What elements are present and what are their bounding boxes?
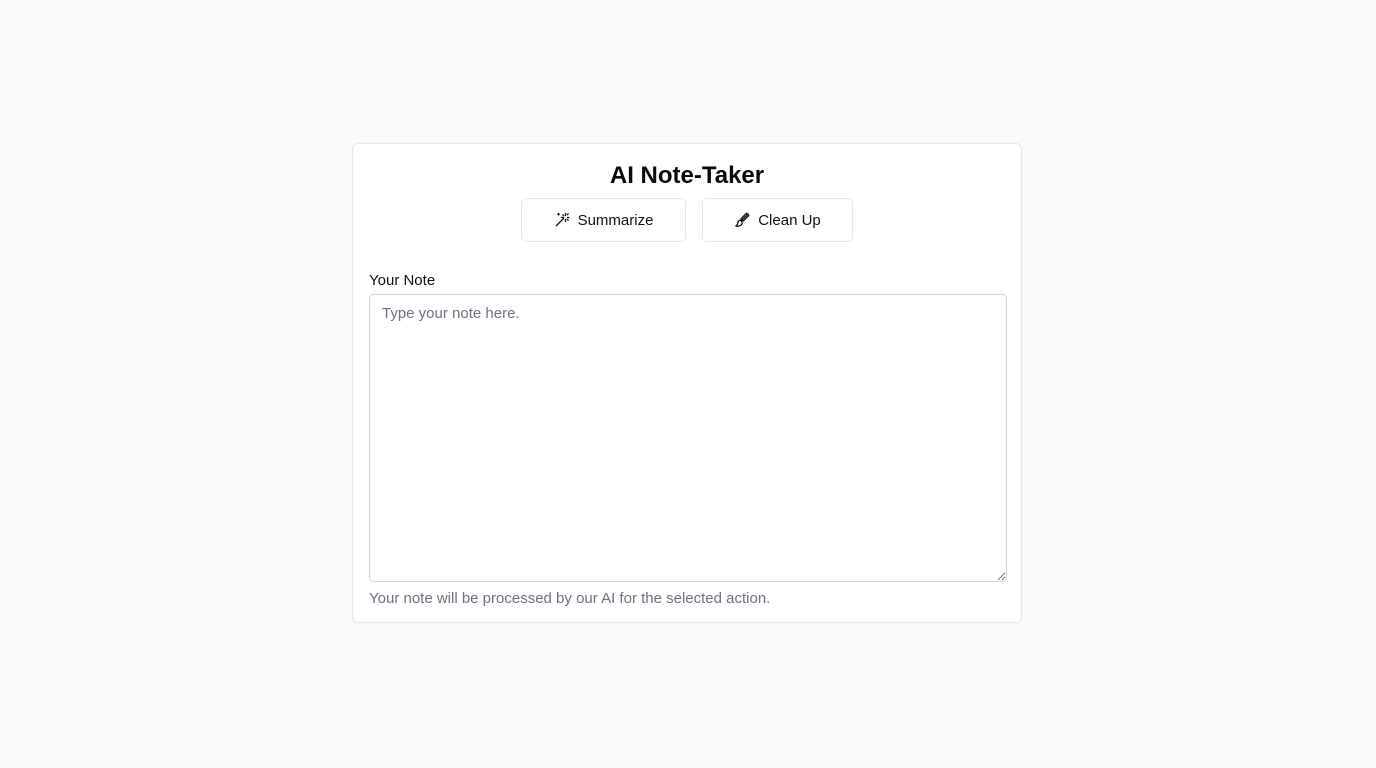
note-helper-text: Your note will be processed by our AI fo…: [369, 590, 771, 607]
action-toolbar: Summarize Clean Up: [353, 198, 1021, 242]
summarize-button[interactable]: Summarize: [521, 198, 686, 242]
note-label: Your Note: [369, 272, 436, 289]
note-taker-card: AI Note-Taker Summarize Clean Up Your No…: [352, 143, 1022, 623]
summarize-label: Summarize: [577, 211, 654, 229]
brush-icon: [734, 212, 750, 228]
note-textarea[interactable]: [369, 294, 1007, 582]
magic-wand-icon: [554, 212, 570, 228]
clean-up-button[interactable]: Clean Up: [702, 198, 853, 242]
page-title: AI Note-Taker: [609, 162, 765, 189]
clean-up-label: Clean Up: [758, 211, 821, 229]
